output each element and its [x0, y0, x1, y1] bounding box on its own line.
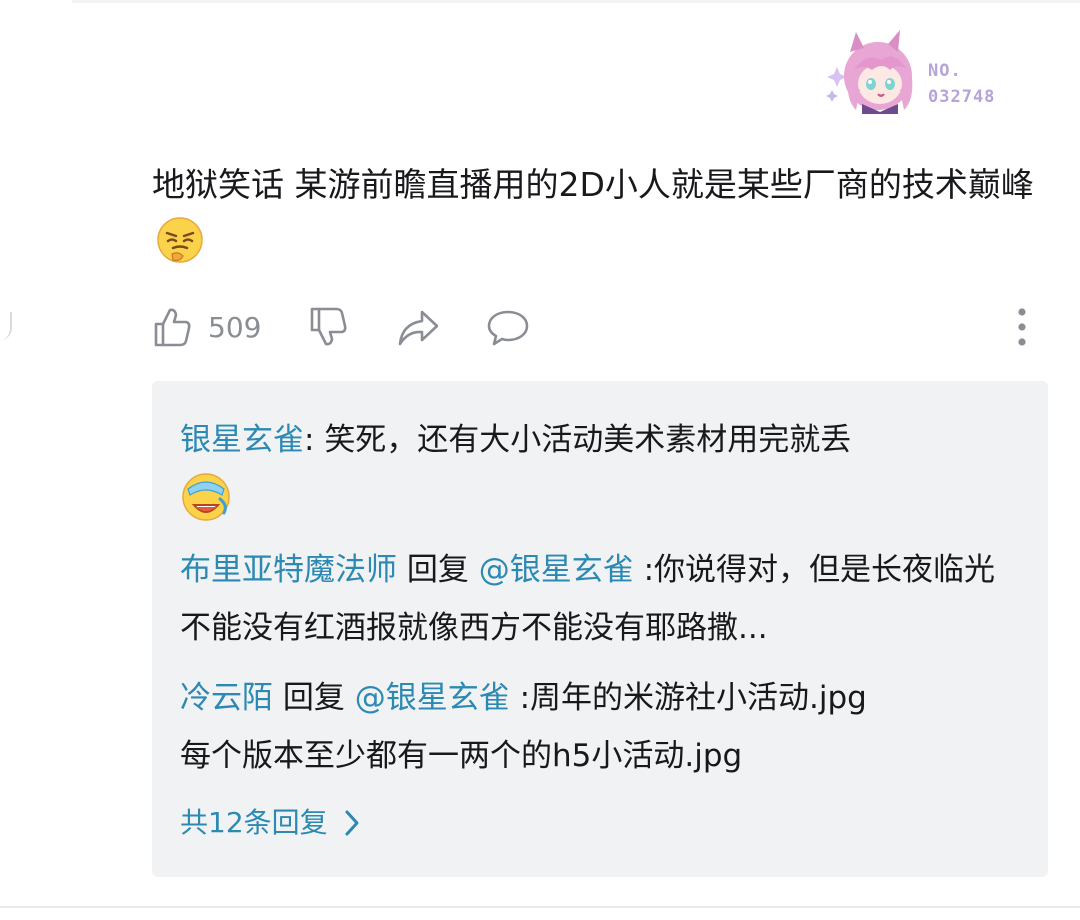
fan-badge-no-value: 032748 [928, 87, 996, 107]
vertical-dots-icon [1018, 308, 1026, 346]
speech-bubble-icon [487, 310, 529, 346]
reply-username[interactable]: 银星玄雀 [180, 422, 304, 458]
reply-text-line2: 每个版本至少都有一两个的h5小活动.jpg [180, 738, 743, 774]
reply-preview-panel: 银星玄雀: 笑死，还有大小活动美术素材用完就丢 布里亚特魔法师 回复 @银星玄雀… [152, 381, 1048, 877]
edge-fragment [0, 312, 12, 340]
reply-item: 银星玄雀: 笑死，还有大小活动美术素材用完就丢 [180, 411, 1000, 523]
thumbs-up-icon [154, 308, 191, 347]
share-button[interactable] [396, 308, 440, 348]
crying-laughing-emoji-icon [182, 473, 230, 521]
reply-separator: : [304, 422, 325, 458]
reply-button[interactable] [486, 308, 530, 348]
comment-content: 地狱笑话 某游前瞻直播用的2D小人就是某些厂商的技术巅峰 [152, 156, 1042, 272]
share-arrow-icon [398, 310, 439, 346]
reply-text: 笑死，还有大小活动美术素材用完就丢 [324, 422, 852, 458]
reply-username[interactable]: 布里亚特魔法师 [180, 552, 397, 588]
top-divider [72, 0, 1080, 3]
dislike-button[interactable] [308, 306, 348, 348]
reply-text: :周年的米游社小活动.jpg [509, 680, 867, 716]
facepalm-laughing-emoji-icon [157, 217, 203, 263]
fan-badge-avatar-icon [826, 30, 913, 114]
reply-word: 回复 [397, 552, 479, 588]
chevron-right-icon [345, 810, 359, 836]
bottom-divider [0, 906, 1080, 908]
like-count: 509 [208, 310, 262, 344]
fan-badge-no-label: NO. [928, 61, 962, 81]
view-all-replies-link[interactable]: 共12条回复 [180, 803, 360, 843]
like-button[interactable]: 509 [152, 306, 261, 348]
reply-item: 布里亚特魔法师 回复 @银星玄雀 :你说得对，但是长夜临光不能没有红酒报就像西方… [180, 541, 1000, 657]
comment-text: 地狱笑话 某游前瞻直播用的2D小人就是某些厂商的技术巅峰 [152, 165, 1034, 204]
thumbs-down-icon [310, 307, 347, 346]
comment-actions: 509 [150, 300, 1050, 356]
fan-badge-number: NO. 032748 [928, 58, 995, 110]
reply-word: 回复 [273, 680, 355, 716]
reply-item: 冷云陌 回复 @银星玄雀 :周年的米游社小活动.jpg 每个版本至少都有一两个的h… [180, 669, 1000, 785]
view-all-replies-label: 共12条回复 [180, 806, 328, 839]
reply-mention[interactable]: @银星玄雀 [355, 680, 510, 716]
more-options-button[interactable] [1016, 306, 1028, 350]
reply-mention[interactable]: @银星玄雀 [479, 552, 634, 588]
fan-badge: NO. 032748 [826, 30, 1026, 114]
reply-username[interactable]: 冷云陌 [180, 680, 273, 716]
